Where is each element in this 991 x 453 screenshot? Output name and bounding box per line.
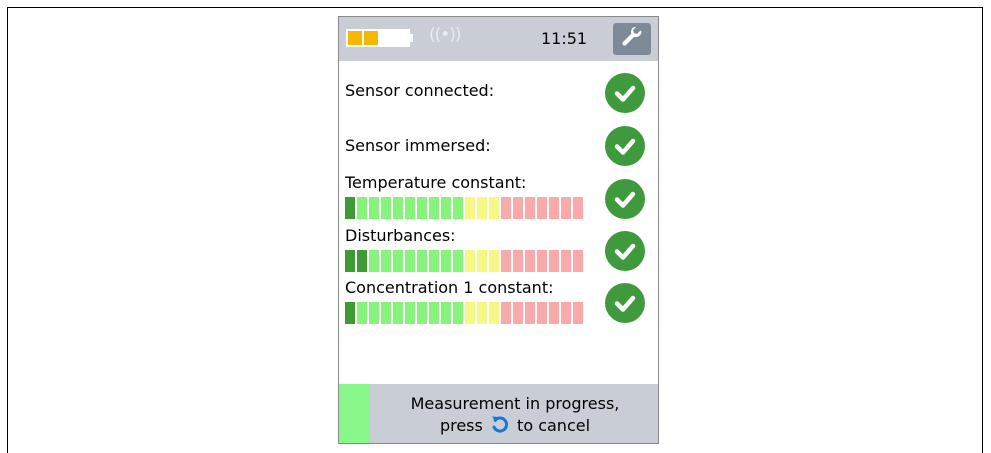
bar-segment (381, 250, 391, 272)
bar-segment (501, 250, 511, 272)
bar-segment (369, 302, 379, 324)
bar-segment (513, 302, 523, 324)
bar-segment (453, 250, 463, 272)
status-bar: ((•)) 11:51 (339, 17, 658, 61)
status-message: Measurement in progress, press to cancel (377, 394, 653, 436)
bar-segment (465, 250, 475, 272)
bar-segment (573, 250, 583, 272)
stability-bar (345, 250, 583, 272)
device-screen: ((•)) 11:51 Sensor connected: Sensor imm… (338, 16, 659, 444)
bar-segment (345, 197, 355, 219)
battery-fill (348, 31, 378, 45)
clock: 11:51 (541, 29, 588, 48)
bar-segment (369, 250, 379, 272)
bar-segment (573, 197, 583, 219)
bar-segment (405, 197, 415, 219)
bar-segment (537, 302, 547, 324)
wrench-icon (622, 27, 642, 46)
bar-segment (381, 197, 391, 219)
bar-segment (501, 302, 511, 324)
bar-segment (345, 250, 355, 272)
bar-segment (441, 302, 451, 324)
battery-cell (364, 31, 378, 45)
undo-icon[interactable] (490, 414, 510, 434)
bar-segment (561, 250, 571, 272)
bar-segment (537, 250, 547, 272)
bar-segment (465, 302, 475, 324)
bar-segment (357, 197, 367, 219)
signal-icon: ((•)) (429, 25, 462, 45)
stability-bar (345, 302, 583, 324)
concentration-constant-label: Concentration 1 constant: (345, 278, 554, 297)
check-icon (605, 231, 645, 271)
bar-segment (417, 197, 427, 219)
status-line-1: Measurement in progress, (410, 394, 620, 413)
bar-segment (549, 197, 559, 219)
status-line-2: press to cancel (377, 414, 653, 436)
bar-segment (381, 302, 391, 324)
battery-indicator (346, 29, 410, 47)
bar-segment (477, 250, 487, 272)
bar-segment (441, 197, 451, 219)
bar-segment (429, 302, 439, 324)
bar-segment (501, 197, 511, 219)
bar-segment (345, 302, 355, 324)
status-cancel-text: to cancel (517, 416, 591, 435)
sensor-connected-label: Sensor connected: (345, 81, 495, 100)
bar-segment (525, 250, 535, 272)
bar-segment (465, 197, 475, 219)
bar-segment (417, 250, 427, 272)
sensor-immersed-label: Sensor immersed: (345, 136, 491, 155)
bar-segment (513, 250, 523, 272)
status-press-text: press (439, 416, 483, 435)
bar-segment (537, 197, 547, 219)
bar-segment (429, 250, 439, 272)
bar-segment (393, 302, 403, 324)
settings-button[interactable] (613, 23, 651, 55)
bar-segment (549, 302, 559, 324)
bar-segment (393, 250, 403, 272)
bar-segment (441, 250, 451, 272)
status-footer: Measurement in progress, press to cancel (339, 384, 658, 443)
bar-segment (429, 197, 439, 219)
bar-segment (525, 197, 535, 219)
check-icon (605, 179, 645, 219)
bar-segment (489, 302, 499, 324)
battery-cell (348, 31, 362, 45)
bar-segment (477, 302, 487, 324)
bar-segment (453, 302, 463, 324)
bar-segment (405, 250, 415, 272)
bar-segment (489, 250, 499, 272)
check-icon (605, 73, 645, 113)
bar-segment (573, 302, 583, 324)
progress-indicator (339, 384, 370, 443)
bar-segment (369, 197, 379, 219)
bar-segment (357, 250, 367, 272)
bar-segment (513, 197, 523, 219)
bar-segment (357, 302, 367, 324)
check-icon (605, 283, 645, 323)
bar-segment (417, 302, 427, 324)
bar-segment (549, 250, 559, 272)
check-icon (605, 126, 645, 166)
bar-segment (477, 197, 487, 219)
bar-segment (453, 197, 463, 219)
bar-segment (393, 197, 403, 219)
disturbances-label: Disturbances: (345, 226, 456, 245)
bar-segment (489, 197, 499, 219)
battery-nub (410, 34, 413, 42)
bar-segment (525, 302, 535, 324)
temperature-constant-label: Temperature constant: (345, 173, 527, 192)
stability-bar (345, 197, 583, 219)
bar-segment (561, 302, 571, 324)
bar-segment (561, 197, 571, 219)
bar-segment (405, 302, 415, 324)
